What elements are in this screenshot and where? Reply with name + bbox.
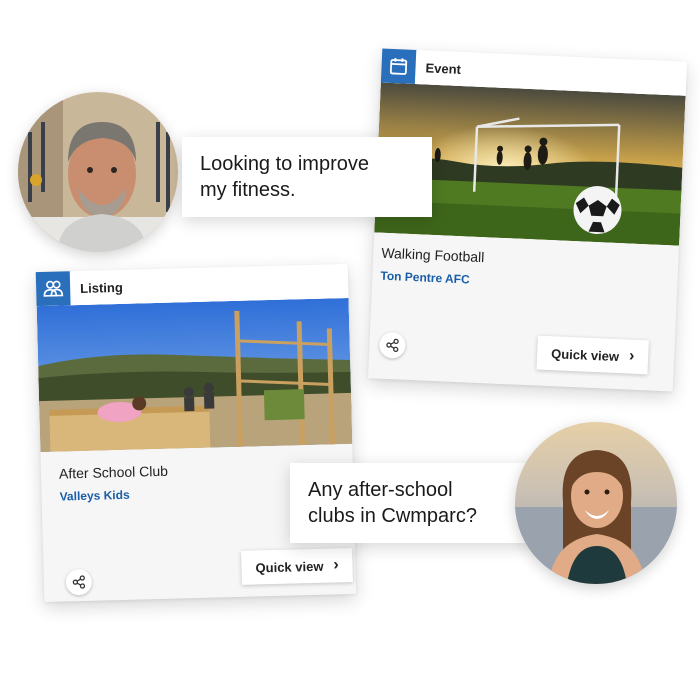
woman-bubble-line2: clubs in Cwmparc? [308,505,477,527]
listing-title[interactable]: After School Club [59,463,168,482]
people-icon [35,271,71,307]
event-title[interactable]: Walking Football [381,245,485,265]
share-icon [72,575,86,589]
event-organisation[interactable]: Ton Pentre AFC [380,269,470,287]
event-type-label: Event [425,60,462,77]
event-share-button[interactable] [378,331,406,359]
listing-card[interactable]: Listing After School Club Valleys Kids Q… [35,263,357,603]
chevron-right-icon: › [628,347,635,365]
share-icon [386,338,399,353]
man-speech-bubble: Looking to improve my fitness. [182,137,432,217]
quick-view-label: Quick view [255,558,324,575]
after-school-photo [36,297,353,453]
chevron-right-icon: › [333,556,339,574]
event-quick-view-button[interactable]: Quick view › [536,335,650,375]
listing-organisation[interactable]: Valleys Kids [59,488,129,504]
calendar-icon [380,48,417,84]
listing-type-label: Listing [79,279,123,296]
woman-speech-bubble: Any after-school clubs in Cwmparc? [290,463,530,543]
man-bubble-line2: my fitness. [200,179,296,201]
event-card[interactable]: Event Walking Football Ton Pentre AFC Qu… [367,48,688,392]
listing-share-button[interactable] [65,568,93,596]
avatar-woman [515,422,677,584]
quick-view-label: Quick view [550,345,620,364]
woman-bubble-line1: Any after-school [308,479,453,501]
avatar-man [18,92,178,252]
man-bubble-line1: Looking to improve [200,153,369,175]
listing-quick-view-button[interactable]: Quick view › [241,547,354,585]
